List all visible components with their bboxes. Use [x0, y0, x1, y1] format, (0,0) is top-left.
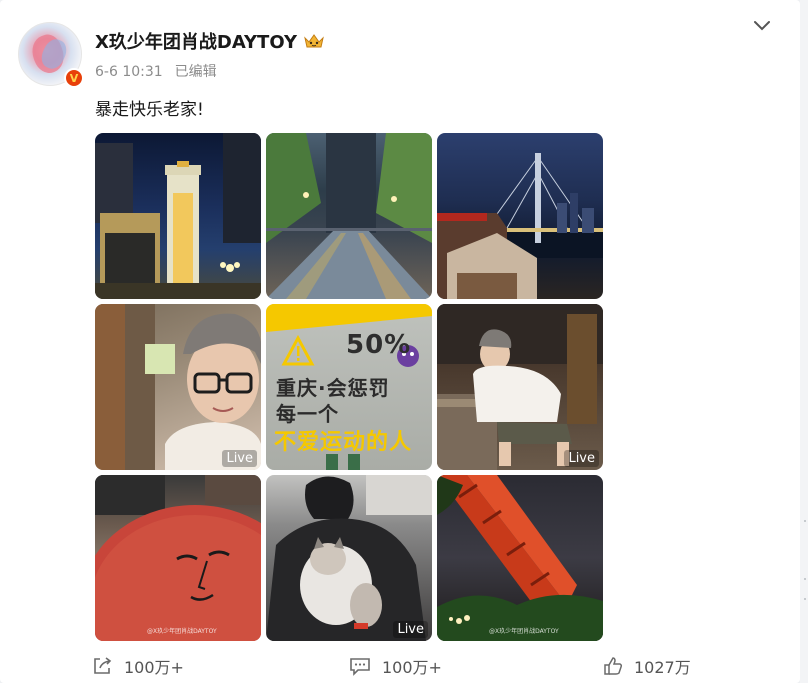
- night-tower-photo: [95, 133, 261, 299]
- scrollbar-mark: [804, 578, 806, 580]
- image-tile-8[interactable]: Live: [266, 475, 432, 641]
- sign-line-3: 不爱运动的人: [274, 430, 413, 455]
- post-text: 暴走快乐老家!: [95, 100, 204, 120]
- post-meta: 6-6 10:31 已编辑: [95, 61, 217, 81]
- image-tile-3[interactable]: [437, 133, 603, 299]
- image-tile-5[interactable]: 50% 重庆·会惩罚 每一个 不爱运动的人: [266, 304, 432, 470]
- crown-icon: [304, 34, 324, 48]
- scrollbar-mark: [804, 598, 806, 600]
- share-icon: [94, 657, 112, 674]
- bridge-night-photo: [437, 153, 603, 299]
- image-tile-6[interactable]: Live: [437, 304, 603, 470]
- author-name-row: X玖少年团肖战DAYTOY: [95, 28, 325, 54]
- live-badge: Live: [222, 450, 257, 467]
- rainy-street-photo: [266, 133, 432, 299]
- image-tile-1[interactable]: [95, 133, 261, 299]
- sign-percent: 50%: [346, 330, 412, 360]
- scrollbar-mark: [804, 520, 806, 522]
- image-watermark: @X玖少年团肖战DAYTOY: [147, 628, 217, 635]
- like-count: 1027万: [634, 658, 691, 677]
- comment-icon: [350, 658, 370, 676]
- comment-count: 100万+: [382, 658, 442, 677]
- share-count: 100万+: [124, 658, 184, 677]
- seated-man-photo: [437, 304, 603, 470]
- like-button[interactable]: 1027万: [602, 654, 691, 678]
- live-badge: Live: [393, 621, 428, 638]
- sign-line-2: 每一个: [276, 402, 339, 426]
- comment-button[interactable]: 100万+: [348, 654, 442, 678]
- live-badge: Live: [564, 450, 599, 467]
- cat-hug-photo: [266, 475, 432, 641]
- author-name[interactable]: X玖少年团肖战DAYTOY: [95, 28, 297, 54]
- image-watermark: @X玖少年团肖战DAYTOY: [489, 628, 559, 635]
- like-icon: [604, 657, 623, 675]
- selfie-glasses-photo: [95, 304, 261, 470]
- verified-badge-icon: V: [64, 68, 84, 88]
- image-tile-7[interactable]: @X玖少年团肖战DAYTOY: [95, 475, 261, 641]
- edited-label[interactable]: 已编辑: [175, 64, 217, 80]
- share-button[interactable]: 100万+: [92, 654, 184, 678]
- chevron-down-icon[interactable]: [752, 18, 772, 34]
- red-face-sculpture-photo: [95, 475, 261, 641]
- image-grid: Live 50% 重庆·会惩罚 每一个 不爱运动的人 Live @X玖少年团肖战…: [95, 133, 603, 641]
- weibo-post-card: V X玖少年团肖战DAYTOY 6-6 10:31 已编辑 暴走快乐老家! Li…: [0, 0, 800, 683]
- image-tile-9[interactable]: @X玖少年团肖战DAYTOY: [437, 475, 603, 641]
- image-tile-2[interactable]: [266, 133, 432, 299]
- page-scrollbar[interactable]: [800, 0, 808, 683]
- image-tile-4[interactable]: Live: [95, 304, 261, 470]
- red-bridge-photo: [437, 475, 603, 641]
- sign-line-1: 重庆·会惩罚: [276, 376, 390, 400]
- post-action-bar: 100万+ 100万+ 1027万: [0, 648, 800, 683]
- post-time[interactable]: 6-6 10:31: [95, 64, 163, 80]
